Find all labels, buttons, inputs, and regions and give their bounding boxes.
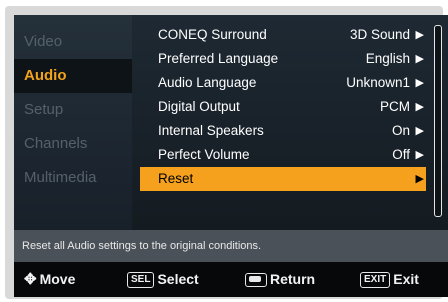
menu-panel: Video Audio Setup Channels Multimedia CO…	[14, 15, 448, 230]
menu-item-label: Preferred Language	[158, 51, 279, 66]
return-hint: Return	[245, 262, 315, 297]
move-arrows-icon: ✥	[24, 271, 37, 288]
return-label: Return	[270, 271, 316, 287]
move-label: Move	[39, 271, 76, 287]
chevron-right-icon: ▶	[415, 77, 424, 89]
select-label: Select	[157, 271, 199, 287]
category-sidebar: Video Audio Setup Channels Multimedia	[14, 15, 132, 230]
menu-item-digital-output[interactable]: Digital Output PCM ▶	[140, 95, 426, 119]
menu-item-value: Off	[392, 147, 410, 162]
sidebar-item-channels[interactable]: Channels	[14, 127, 132, 161]
exit-hint: EXIT Exit	[360, 262, 419, 297]
exit-label: Exit	[393, 271, 419, 287]
sidebar-item-audio[interactable]: Audio	[14, 59, 132, 93]
chevron-right-icon: ▶	[415, 149, 424, 161]
menu-scrollbar[interactable]	[434, 25, 442, 217]
menu-item-coneq-surround[interactable]: CONEQ Surround 3D Sound ▶	[140, 23, 426, 47]
menu-item-label: Digital Output	[158, 99, 240, 114]
menu-item-value: English	[365, 51, 410, 66]
sidebar-item-setup[interactable]: Setup	[14, 93, 132, 127]
menu-item-audio-language[interactable]: Audio Language Unknown1 ▶	[140, 71, 426, 95]
menu-item-preferred-language[interactable]: Preferred Language English ▶	[140, 47, 426, 71]
menu-item-label: Reset	[158, 171, 194, 186]
exit-key-icon: EXIT	[360, 272, 391, 289]
sidebar-item-video[interactable]: Video	[14, 25, 132, 59]
chevron-right-icon: ▶	[415, 125, 424, 137]
chevron-right-icon: ▶	[415, 173, 424, 185]
chevron-right-icon: ▶	[415, 53, 424, 65]
menu-item-perfect-volume[interactable]: Perfect Volume Off ▶	[140, 143, 426, 167]
menu-item-value: Unknown1	[346, 75, 410, 90]
sel-key-icon: SEL	[127, 272, 155, 289]
return-key-icon	[245, 273, 267, 288]
select-hint: SEL Select	[127, 262, 199, 297]
sidebar-item-multimedia[interactable]: Multimedia	[14, 161, 132, 195]
audio-settings-list: CONEQ Surround 3D Sound ▶ Preferred Lang…	[140, 23, 426, 191]
menu-item-value: PCM	[380, 99, 410, 114]
help-description: Reset all Audio settings to the original…	[14, 230, 448, 262]
osd-screen: Video Audio Setup Channels Multimedia CO…	[14, 15, 448, 297]
menu-item-label: Internal Speakers	[158, 123, 264, 138]
menu-item-internal-speakers[interactable]: Internal Speakers On ▶	[140, 119, 426, 143]
move-hint: ✥ Move	[24, 262, 75, 297]
chevron-right-icon: ▶	[415, 101, 424, 113]
button-guide-bar: ✥ Move SEL Select Return EXIT Exit	[14, 262, 448, 297]
menu-item-reset[interactable]: Reset ▶	[140, 167, 426, 191]
menu-item-label: CONEQ Surround	[158, 27, 267, 42]
menu-item-value: On	[391, 123, 410, 138]
menu-item-label: Audio Language	[158, 75, 257, 90]
menu-item-value: 3D Sound	[349, 27, 410, 42]
chevron-right-icon: ▶	[415, 29, 424, 41]
menu-item-label: Perfect Volume	[158, 147, 250, 162]
